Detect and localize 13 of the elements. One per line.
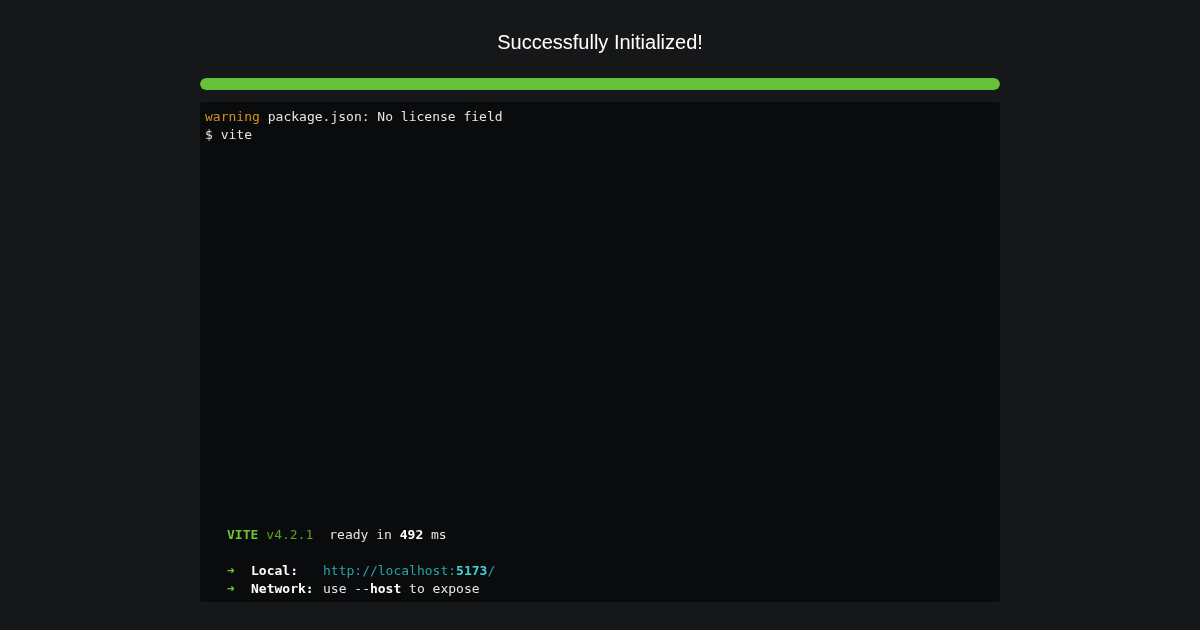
warning-message: package.json: No license field <box>267 108 503 126</box>
url-link[interactable]: http://localhost:5173/ <box>323 562 496 580</box>
url-label: Local: <box>251 562 299 580</box>
warning-label: warning <box>205 108 260 126</box>
url-value: use --host to expose <box>323 580 480 598</box>
arrow-icon: ➜ <box>227 562 251 580</box>
arrow-icon: ➜ <box>227 580 251 598</box>
url-label: Network: <box>251 580 315 598</box>
server-version: v4.2.1 <box>266 526 314 544</box>
server-status: ready in 492 ms <box>329 526 447 544</box>
command-text: $ vite <box>205 126 252 144</box>
server-name: VITE <box>227 526 259 544</box>
page-title: Successfully Initialized! <box>497 30 703 54</box>
